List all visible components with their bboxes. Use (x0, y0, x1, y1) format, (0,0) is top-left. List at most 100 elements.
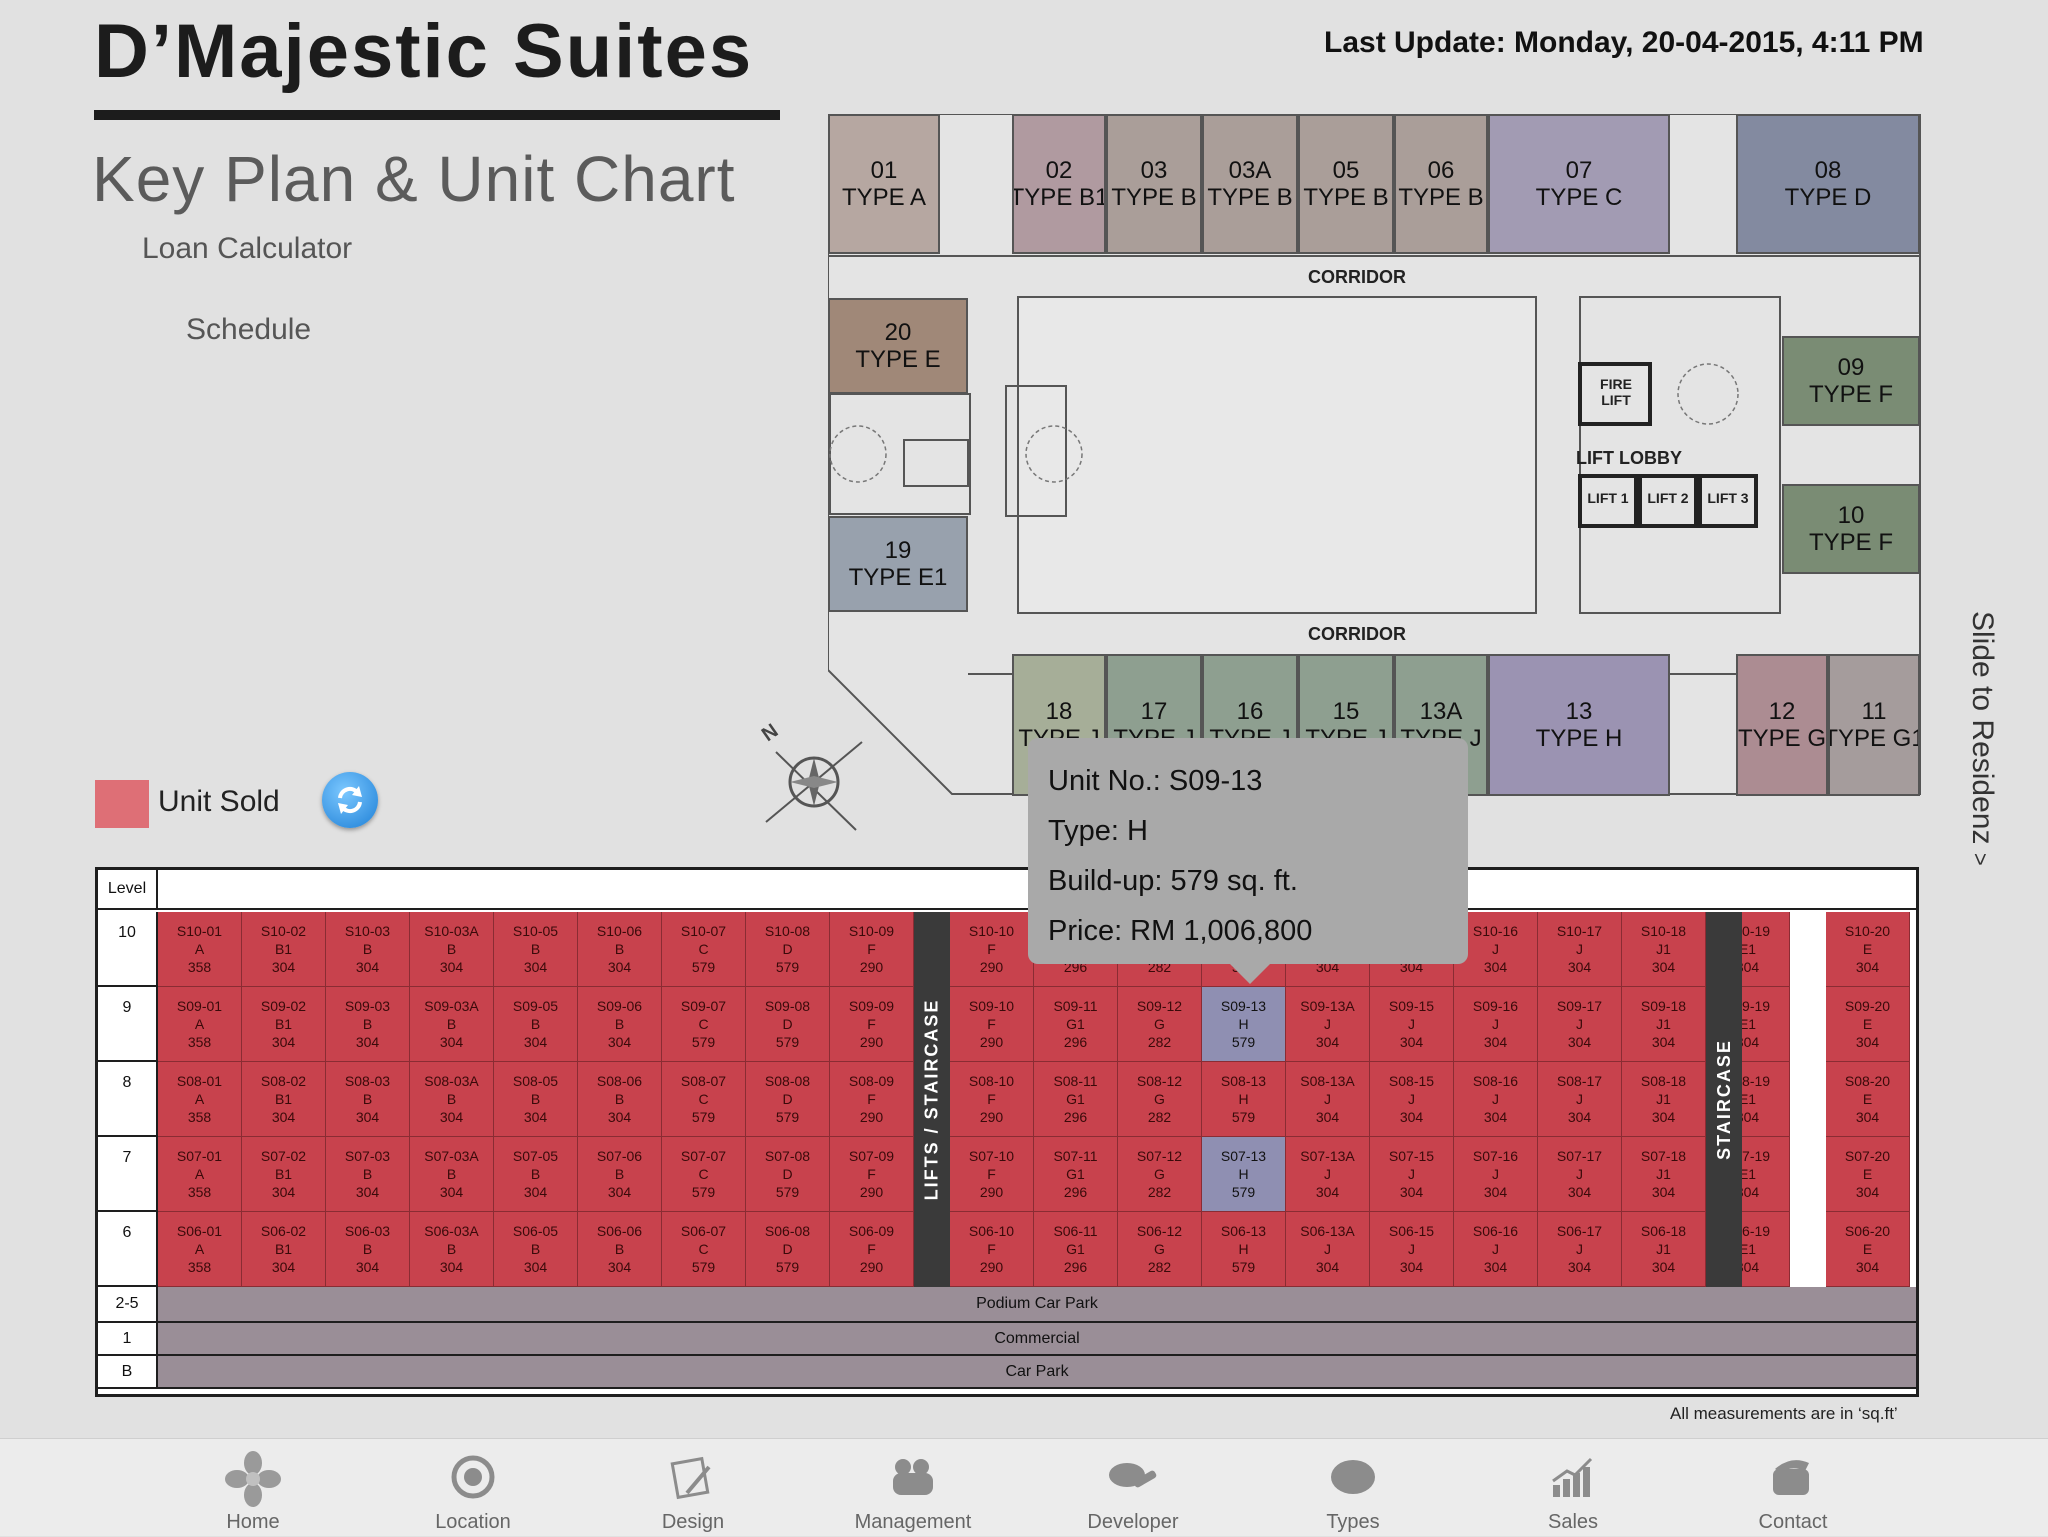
unit-cell-S10-05[interactable]: S10-05 B 304 (494, 912, 578, 987)
plan-unit-10[interactable]: 10 TYPE F (1782, 484, 1920, 574)
unit-cell-S07-10[interactable]: S07-10 F 290 (950, 1137, 1034, 1212)
unit-cell-S10-03A[interactable]: S10-03A B 304 (410, 912, 494, 987)
unit-cell-S08-01[interactable]: S08-01 A 358 (158, 1062, 242, 1137)
unit-cell-S09-13A[interactable]: S09-13A J 304 (1286, 987, 1370, 1062)
unit-cell-S09-07[interactable]: S09-07 C 579 (662, 987, 746, 1062)
unit-cell-S08-07[interactable]: S08-07 C 579 (662, 1062, 746, 1137)
unit-cell-S08-16[interactable]: S08-16 J 304 (1454, 1062, 1538, 1137)
unit-cell-S06-01[interactable]: S06-01 A 358 (158, 1212, 242, 1287)
unit-cell-S10-03[interactable]: S10-03 B 304 (326, 912, 410, 987)
unit-cell-S06-06[interactable]: S06-06 B 304 (578, 1212, 662, 1287)
nav-contact[interactable]: Contact (1703, 1439, 1883, 1537)
unit-cell-S08-09[interactable]: S08-09 F 290 (830, 1062, 914, 1137)
unit-cell-S08-11[interactable]: S08-11 G1 296 (1034, 1062, 1118, 1137)
unit-cell-S07-20[interactable]: S07-20 E 304 (1826, 1137, 1910, 1212)
unit-cell-S06-08[interactable]: S06-08 D 579 (746, 1212, 830, 1287)
unit-cell-S09-09[interactable]: S09-09 F 290 (830, 987, 914, 1062)
unit-cell-S07-08[interactable]: S07-08 D 579 (746, 1137, 830, 1212)
unit-cell-S10-20[interactable]: S10-20 E 304 (1826, 912, 1910, 987)
unit-cell-S09-01[interactable]: S09-01 A 358 (158, 987, 242, 1062)
plan-unit-06[interactable]: 06 TYPE B (1394, 114, 1488, 254)
plan-unit-12[interactable]: 12 TYPE G (1736, 654, 1828, 796)
nav-management[interactable]: Management (823, 1439, 1003, 1537)
unit-cell-S06-10[interactable]: S06-10 F 290 (950, 1212, 1034, 1287)
plan-unit-11[interactable]: 11 TYPE G1 (1828, 654, 1920, 796)
unit-cell-S09-08[interactable]: S09-08 D 579 (746, 987, 830, 1062)
unit-cell-S10-02[interactable]: S10-02 B1 304 (242, 912, 326, 987)
unit-cell-S09-20[interactable]: S09-20 E 304 (1826, 987, 1910, 1062)
unit-cell-S08-03A[interactable]: S08-03A B 304 (410, 1062, 494, 1137)
nav-location[interactable]: Location (383, 1439, 563, 1537)
unit-cell-S10-07[interactable]: S10-07 C 579 (662, 912, 746, 987)
schedule-link[interactable]: Schedule (186, 313, 311, 347)
plan-unit-03[interactable]: 03 TYPE B (1106, 114, 1202, 254)
unit-cell-S06-03A[interactable]: S06-03A B 304 (410, 1212, 494, 1287)
unit-cell-S09-13[interactable]: S09-13 H 579 (1202, 987, 1286, 1062)
unit-cell-S08-13A[interactable]: S08-13A J 304 (1286, 1062, 1370, 1137)
unit-cell-S10-18[interactable]: S10-18 J1 304 (1622, 912, 1706, 987)
unit-cell-S06-03[interactable]: S06-03 B 304 (326, 1212, 410, 1287)
unit-cell-S08-17[interactable]: S08-17 J 304 (1538, 1062, 1622, 1137)
unit-cell-S06-07[interactable]: S06-07 C 579 (662, 1212, 746, 1287)
refresh-button[interactable] (322, 772, 378, 828)
nav-sales[interactable]: Sales (1483, 1439, 1663, 1537)
unit-cell-S06-02[interactable]: S06-02 B1 304 (242, 1212, 326, 1287)
unit-cell-S06-09[interactable]: S06-09 F 290 (830, 1212, 914, 1287)
unit-cell-S06-20[interactable]: S06-20 E 304 (1826, 1212, 1910, 1287)
slide-to-residenz-link[interactable]: Slide to Residenz > (1932, 600, 2028, 866)
unit-cell-S08-13[interactable]: S08-13 H 579 (1202, 1062, 1286, 1137)
plan-unit-02[interactable]: 02 TYPE B1 (1012, 114, 1106, 254)
unit-cell-S06-13[interactable]: S06-13 H 579 (1202, 1212, 1286, 1287)
plan-unit-05[interactable]: 05 TYPE B (1298, 114, 1394, 254)
unit-cell-S08-10[interactable]: S08-10 F 290 (950, 1062, 1034, 1137)
nav-types[interactable]: Types (1263, 1439, 1443, 1537)
unit-cell-S09-10[interactable]: S09-10 F 290 (950, 987, 1034, 1062)
unit-cell-S10-09[interactable]: S10-09 F 290 (830, 912, 914, 987)
unit-cell-S08-18[interactable]: S08-18 J1 304 (1622, 1062, 1706, 1137)
unit-cell-S09-17[interactable]: S09-17 J 304 (1538, 987, 1622, 1062)
plan-unit-09[interactable]: 09 TYPE F (1782, 336, 1920, 426)
unit-cell-S09-02[interactable]: S09-02 B1 304 (242, 987, 326, 1062)
unit-cell-S07-02[interactable]: S07-02 B1 304 (242, 1137, 326, 1212)
unit-cell-S06-18[interactable]: S06-18 J1 304 (1622, 1212, 1706, 1287)
unit-cell-S07-17[interactable]: S07-17 J 304 (1538, 1137, 1622, 1212)
unit-cell-S07-09[interactable]: S07-09 F 290 (830, 1137, 914, 1212)
nav-developer[interactable]: Developer (1043, 1439, 1223, 1537)
unit-cell-S10-06[interactable]: S10-06 B 304 (578, 912, 662, 987)
unit-cell-S07-03[interactable]: S07-03 B 304 (326, 1137, 410, 1212)
plan-unit-20[interactable]: 20 TYPE E (828, 298, 968, 394)
unit-cell-S10-08[interactable]: S10-08 D 579 (746, 912, 830, 987)
unit-cell-S06-17[interactable]: S06-17 J 304 (1538, 1212, 1622, 1287)
unit-cell-S10-17[interactable]: S10-17 J 304 (1538, 912, 1622, 987)
plan-unit-19[interactable]: 19 TYPE E1 (828, 516, 968, 612)
unit-cell-S07-11[interactable]: S07-11 G1 296 (1034, 1137, 1118, 1212)
plan-unit-01[interactable]: 01 TYPE A (828, 114, 940, 254)
unit-cell-S07-13[interactable]: S07-13 H 579 (1202, 1137, 1286, 1212)
unit-cell-S08-03[interactable]: S08-03 B 304 (326, 1062, 410, 1137)
unit-cell-S09-03A[interactable]: S09-03A B 304 (410, 987, 494, 1062)
unit-cell-S09-03[interactable]: S09-03 B 304 (326, 987, 410, 1062)
unit-cell-S09-18[interactable]: S09-18 J1 304 (1622, 987, 1706, 1062)
unit-cell-S06-05[interactable]: S06-05 B 304 (494, 1212, 578, 1287)
nav-home[interactable]: Home (163, 1439, 343, 1537)
plan-unit-13[interactable]: 13 TYPE H (1488, 654, 1670, 796)
unit-cell-S06-16[interactable]: S06-16 J 304 (1454, 1212, 1538, 1287)
unit-cell-S09-16[interactable]: S09-16 J 304 (1454, 987, 1538, 1062)
unit-cell-S09-05[interactable]: S09-05 B 304 (494, 987, 578, 1062)
plan-unit-07[interactable]: 07 TYPE C (1488, 114, 1670, 254)
unit-cell-S06-15[interactable]: S06-15 J 304 (1370, 1212, 1454, 1287)
unit-cell-S10-10[interactable]: S10-10 F 290 (950, 912, 1034, 987)
unit-cell-S07-06[interactable]: S07-06 B 304 (578, 1137, 662, 1212)
unit-cell-S09-15[interactable]: S09-15 J 304 (1370, 987, 1454, 1062)
unit-cell-S08-20[interactable]: S08-20 E 304 (1826, 1062, 1910, 1137)
unit-cell-S06-13A[interactable]: S06-13A J 304 (1286, 1212, 1370, 1287)
unit-cell-S07-03A[interactable]: S07-03A B 304 (410, 1137, 494, 1212)
unit-cell-S08-02[interactable]: S08-02 B1 304 (242, 1062, 326, 1137)
unit-cell-S08-05[interactable]: S08-05 B 304 (494, 1062, 578, 1137)
unit-cell-S08-15[interactable]: S08-15 J 304 (1370, 1062, 1454, 1137)
unit-cell-S07-16[interactable]: S07-16 J 304 (1454, 1137, 1538, 1212)
unit-cell-S07-01[interactable]: S07-01 A 358 (158, 1137, 242, 1212)
unit-cell-S07-05[interactable]: S07-05 B 304 (494, 1137, 578, 1212)
unit-cell-S06-11[interactable]: S06-11 G1 296 (1034, 1212, 1118, 1287)
unit-cell-S07-12[interactable]: S07-12 G 282 (1118, 1137, 1202, 1212)
